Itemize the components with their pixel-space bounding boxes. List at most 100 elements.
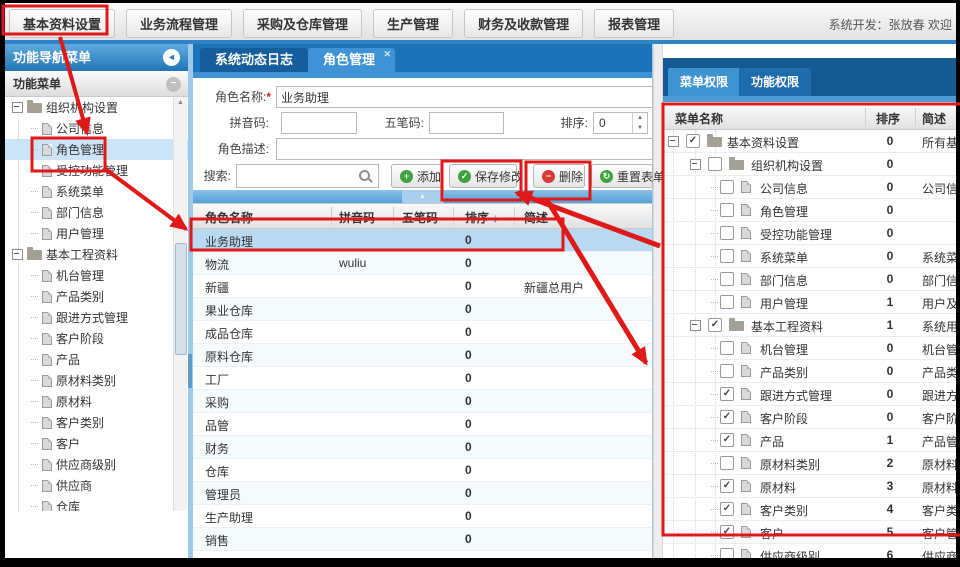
checkbox[interactable]	[708, 157, 722, 171]
menu-item[interactable]: 报表管理	[594, 9, 674, 38]
column-header-sort[interactable]: 排序	[876, 110, 900, 127]
sidebar-collapse-icon[interactable]: ◄	[163, 49, 180, 66]
role-desc-input[interactable]	[276, 138, 653, 160]
permission-tree-item[interactable]: ✓基本资料设置0所有基	[663, 130, 956, 153]
table-row[interactable]: 新疆0新疆总用户	[193, 275, 652, 298]
menu-item[interactable]: 业务流程管理	[126, 9, 232, 38]
spinner-up-icon[interactable]: ▲	[633, 113, 647, 123]
permission-tree-item[interactable]: 系统菜单0系统菜	[663, 245, 956, 268]
right-splitter[interactable]	[653, 44, 663, 558]
wubi-input[interactable]	[429, 112, 504, 134]
sidebar-tree-item[interactable]: 客户类别	[5, 412, 188, 433]
permission-tree-item[interactable]: 组织机构设置0	[663, 153, 956, 176]
checkbox[interactable]: ✓	[720, 525, 734, 539]
column-header-pinyin[interactable]: 拼音码	[339, 209, 375, 226]
sidebar-tree-item[interactable]: 客户	[5, 433, 188, 454]
checkbox[interactable]: ✓	[720, 410, 734, 424]
close-icon[interactable]	[383, 49, 391, 59]
permission-tree-item[interactable]: ✓原材料3原材料	[663, 475, 956, 498]
checkbox[interactable]: ✓	[720, 433, 734, 447]
menu-item[interactable]: 基本资料设置	[9, 9, 115, 38]
tab-system-log[interactable]: 系统动态日志	[200, 48, 308, 72]
sidebar-tree-item[interactable]: 用户管理	[5, 223, 188, 244]
table-row[interactable]: 业务助理0	[193, 229, 652, 252]
checkbox[interactable]	[720, 249, 734, 263]
sidebar-tree-item[interactable]: 系统菜单	[5, 181, 188, 202]
tab-menu-permissions[interactable]: 菜单权限	[668, 68, 740, 96]
table-row[interactable]: 工厂0	[193, 367, 652, 390]
checkbox[interactable]	[720, 203, 734, 217]
checkbox[interactable]: ✓	[686, 134, 700, 148]
table-row[interactable]: 生产助理0	[193, 505, 652, 528]
tab-function-permissions[interactable]: 功能权限	[739, 68, 811, 96]
table-row[interactable]: 财务0	[193, 436, 652, 459]
save-button[interactable]: ✓ 保存修改	[449, 164, 517, 188]
sidebar-section-header[interactable]: 功能菜单 −	[5, 71, 188, 97]
sidebar-tree-item[interactable]: 客户阶段	[5, 328, 188, 349]
reset-button[interactable]: ↻ 重置表单	[591, 164, 653, 188]
sidebar-tree-item[interactable]: 基本工程资料	[5, 244, 188, 265]
expander-icon[interactable]	[12, 249, 23, 260]
table-row[interactable]: 采购0	[193, 390, 652, 413]
table-row[interactable]: 销售0	[193, 528, 652, 551]
table-row[interactable]: 原料仓库0	[193, 344, 652, 367]
checkbox[interactable]	[720, 364, 734, 378]
checkbox[interactable]	[720, 548, 734, 558]
add-button[interactable]: + 添加	[391, 164, 443, 188]
scrollbar-thumb[interactable]	[175, 243, 187, 355]
checkbox[interactable]: ✓	[720, 502, 734, 516]
delete-button[interactable]: − 删除	[533, 164, 585, 188]
checkbox[interactable]	[720, 226, 734, 240]
menu-item[interactable]: 采购及仓库管理	[243, 9, 362, 38]
permission-tree-item[interactable]: ✓客户类别4客户类	[663, 498, 956, 521]
checkbox[interactable]: ✓	[720, 479, 734, 493]
role-name-input[interactable]	[276, 86, 653, 108]
sidebar-tree-item[interactable]: 产品	[5, 349, 188, 370]
permission-tree-item[interactable]: 机台管理0机台管	[663, 337, 956, 360]
sidebar-tree-item[interactable]: 跟进方式管理	[5, 307, 188, 328]
sidebar-tree-item[interactable]: 供应商	[5, 475, 188, 496]
checkbox[interactable]	[720, 295, 734, 309]
permission-tree-item[interactable]: 角色管理0	[663, 199, 956, 222]
sidebar-tree-item[interactable]: 机台管理	[5, 265, 188, 286]
spinner-down-icon[interactable]: ▼	[633, 123, 647, 133]
sidebar-tree-item[interactable]: 组织机构设置	[5, 97, 188, 118]
table-row[interactable]: 管理员0	[193, 482, 652, 505]
column-header-name[interactable]: 角色名称	[205, 209, 253, 226]
checkbox[interactable]	[720, 272, 734, 286]
sidebar-tree-item[interactable]: 受控功能管理	[5, 160, 188, 181]
column-header-menu-name[interactable]: 菜单名称	[675, 110, 723, 127]
expander-icon[interactable]	[12, 102, 23, 113]
sidebar-tree-item[interactable]: 原材料	[5, 391, 188, 412]
sort-spinner[interactable]: 0 ▲ ▼	[593, 112, 648, 134]
menu-item[interactable]: 财务及收款管理	[464, 9, 583, 38]
checkbox[interactable]: ✓	[720, 387, 734, 401]
expander-icon[interactable]	[690, 320, 701, 331]
collapse-handle[interactable]: ▲	[402, 190, 444, 203]
sidebar-tree-item[interactable]: 供应商级别	[5, 454, 188, 475]
sidebar-scrollbar[interactable]: ▲ ▼	[173, 97, 187, 527]
table-row[interactable]: 仓库0	[193, 459, 652, 482]
pinyin-input[interactable]	[281, 112, 357, 134]
checkbox[interactable]	[720, 180, 734, 194]
permission-tree-item[interactable]: ✓基本工程资料1系统用	[663, 314, 956, 337]
permission-tree-item[interactable]: 公司信息0公司信	[663, 176, 956, 199]
permission-tree-item[interactable]: 用户管理1用户及	[663, 291, 956, 314]
permission-tree-item[interactable]: 原材料类别2原材料	[663, 452, 956, 475]
permission-tree-item[interactable]: 供应商级别6供应商	[663, 544, 956, 558]
collapse-minus-icon[interactable]: −	[166, 77, 181, 92]
table-row[interactable]: 物流wuliu0	[193, 252, 652, 275]
column-header-wubi[interactable]: 五笔码	[402, 209, 438, 226]
permission-tree-item[interactable]: 部门信息0部门信	[663, 268, 956, 291]
checkbox[interactable]	[720, 456, 734, 470]
scroll-up-icon[interactable]: ▲	[174, 97, 187, 109]
permission-tree-item[interactable]: ✓产品1产品管	[663, 429, 956, 452]
table-row[interactable]: 成品仓库0	[193, 321, 652, 344]
permission-tree-item[interactable]: ✓客户阶段0客户阶	[663, 406, 956, 429]
search-input[interactable]	[237, 165, 365, 187]
expander-icon[interactable]	[668, 136, 679, 147]
sidebar-tree-item[interactable]: 角色管理	[5, 139, 188, 160]
tab-role-management[interactable]: 角色管理	[308, 48, 395, 72]
column-header-desc[interactable]: 简述	[524, 209, 548, 226]
permission-tree-item[interactable]: 产品类别0产品类	[663, 360, 956, 383]
